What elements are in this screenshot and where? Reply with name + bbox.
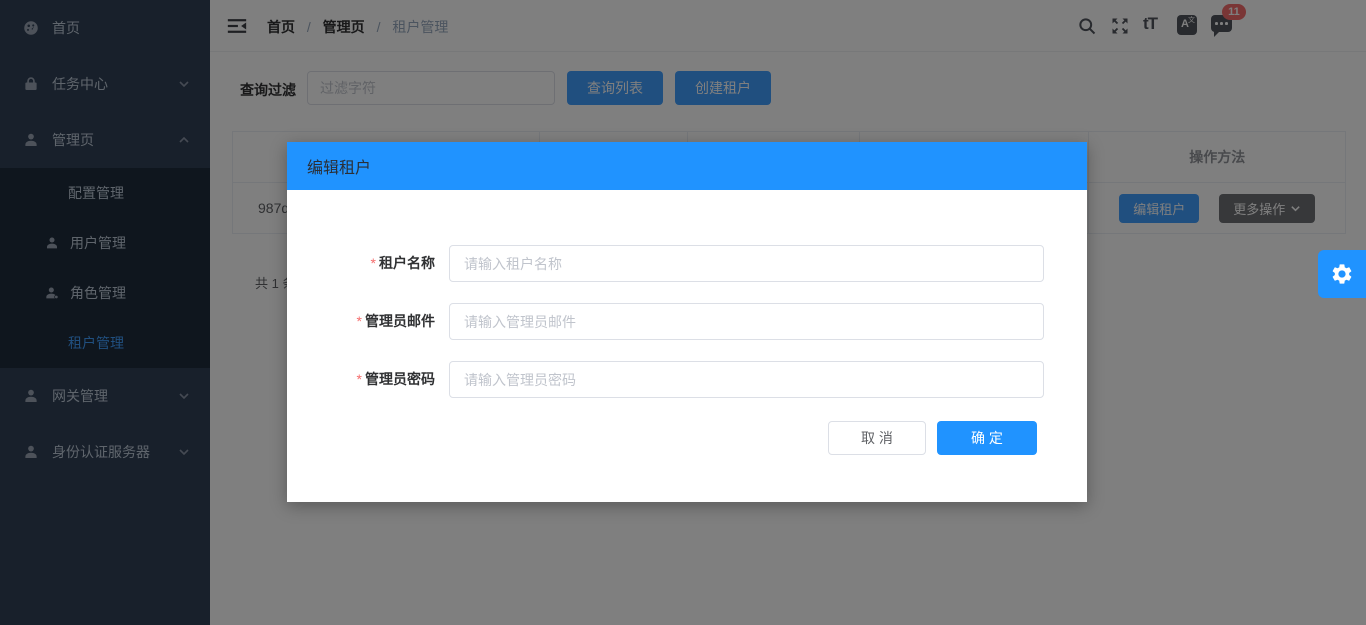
cancel-button[interactable]: 取 消 [828, 421, 926, 455]
app-root: 首页 任务中心 管理页 配置管理 用户管理 角色管理 租户管 [0, 0, 1366, 625]
tenant-name-label: *租户名称 [287, 245, 435, 282]
admin-email-label: *管理员邮件 [287, 303, 435, 340]
modal-title: 编辑租户 [307, 154, 371, 178]
confirm-button[interactable]: 确 定 [937, 421, 1037, 455]
gear-icon [1330, 262, 1354, 286]
modal-header: 编辑租户 [287, 142, 1087, 190]
admin-password-input[interactable] [449, 361, 1044, 398]
tenant-name-input[interactable] [449, 245, 1044, 282]
admin-password-label: *管理员密码 [287, 361, 435, 398]
settings-panel-button[interactable] [1318, 250, 1366, 298]
admin-email-input[interactable] [449, 303, 1044, 340]
edit-tenant-modal: 编辑租户 *租户名称 *管理员邮件 *管理员密码 取 消 确 定 [287, 142, 1087, 502]
